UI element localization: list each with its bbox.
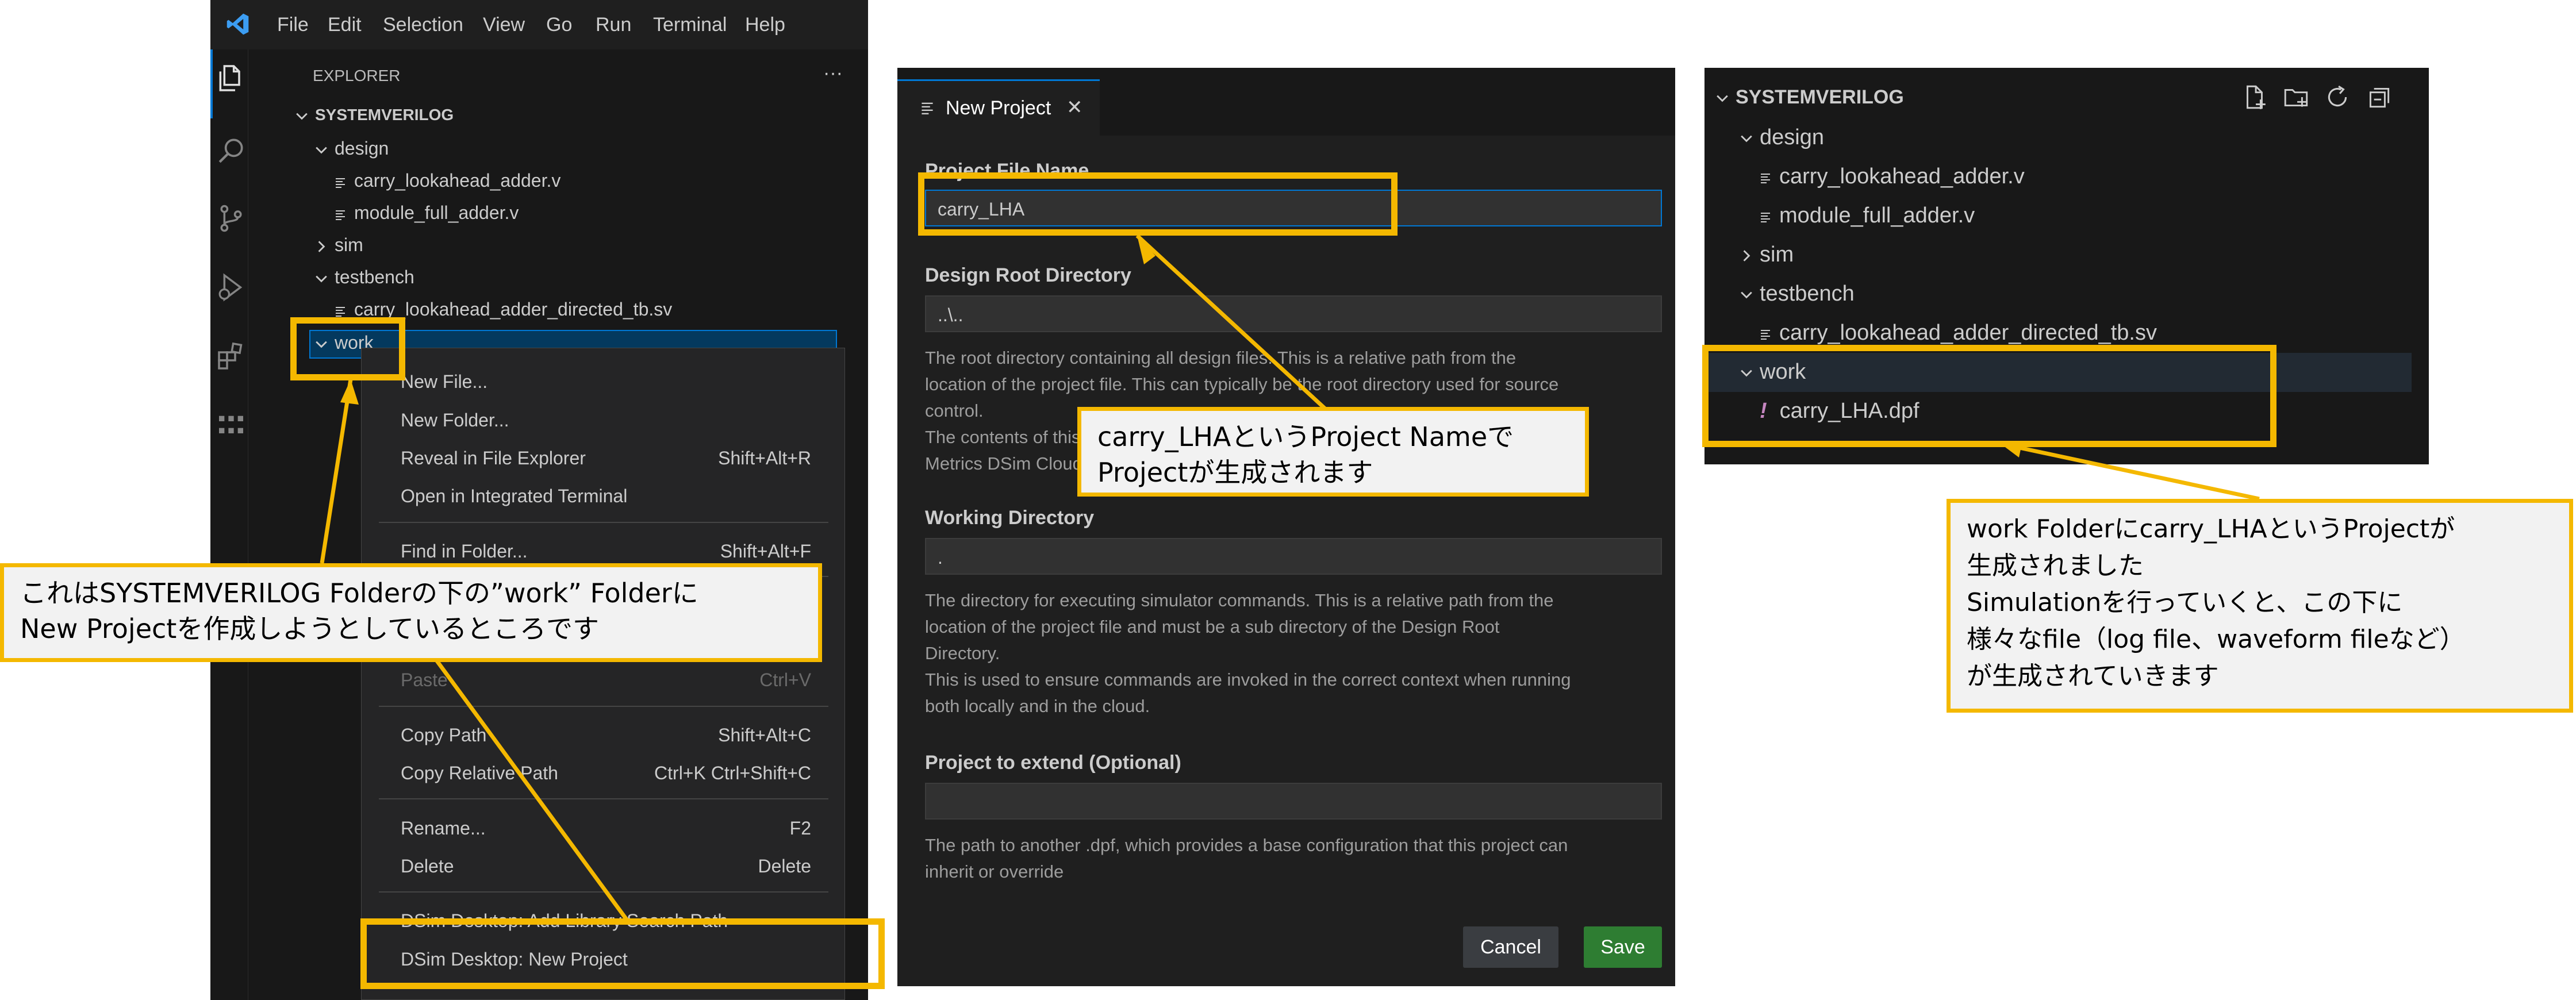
arrowhead-icon [2001,441,2022,457]
callout-middle: carry_LHAというProject Nameで Projectが生成されます [1077,407,1589,497]
arrow-left-to-work [320,379,353,564]
arrowhead-icon [340,379,359,405]
arrow-left-to-new-project [435,659,628,921]
callout-right: work Folderにcarry_LHAというProjectが 生成されました… [1947,499,2573,713]
arrow-right-to-tree [2000,441,2260,501]
callout-left: これはSYSTEMVERILOG Folderの下の”work” Folderに… [0,563,822,662]
